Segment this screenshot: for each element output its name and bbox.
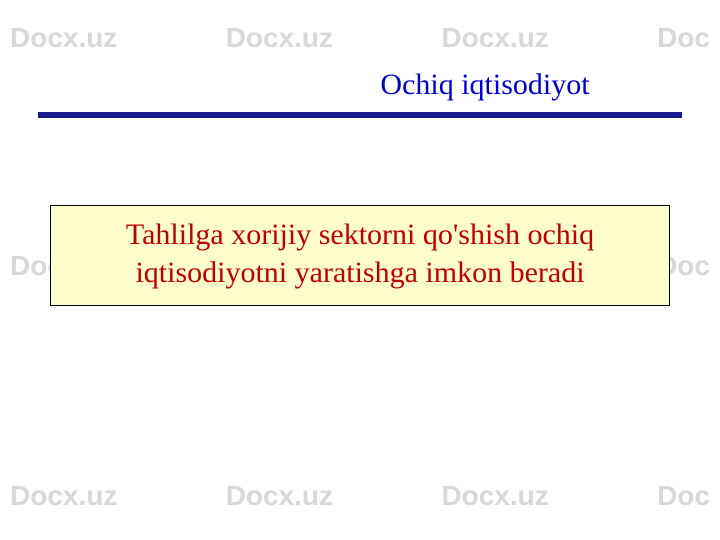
- callout-text: Tahlilga xorijiy sektorni qo'shish ochiq…: [69, 216, 651, 293]
- slide-title: Ochiq iqtisodiyot: [0, 68, 720, 102]
- title-underline: [38, 112, 682, 118]
- callout-box: Tahlilga xorijiy sektorni qo'shish ochiq…: [50, 205, 670, 306]
- slide-content: Ochiq iqtisodiyot Tahlilga xorijiy sekto…: [0, 0, 720, 540]
